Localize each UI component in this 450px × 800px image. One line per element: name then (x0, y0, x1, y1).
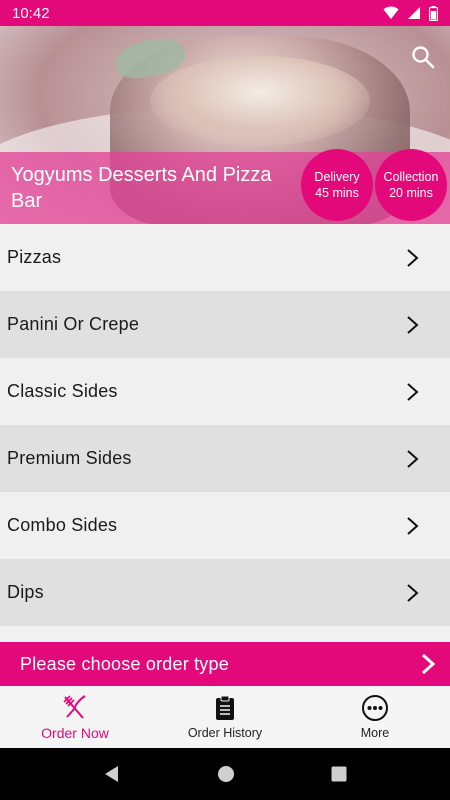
nav-order-history[interactable]: Order History (150, 686, 300, 748)
category-label: Combo Sides (7, 515, 118, 535)
category-label: Classic Sides (7, 381, 118, 401)
chevron-right-icon (421, 653, 436, 675)
category-label: Pizzas (7, 247, 62, 267)
chevron-right-icon (407, 315, 419, 334)
category-item-classic-sides[interactable]: Classic Sides (0, 358, 450, 425)
restaurant-name: Yogyums Desserts And Pizza Bar (11, 164, 272, 212)
list-spacer (0, 626, 450, 642)
fork-knife-icon (63, 695, 86, 719)
category-item-pizzas[interactable]: Pizzas (0, 224, 450, 291)
nav-label: More (360, 726, 390, 740)
delivery-badge[interactable]: Delivery 45 mins (301, 149, 373, 221)
battery-icon (429, 5, 438, 21)
category-item-combo-sides[interactable]: Combo Sides (0, 492, 450, 559)
chevron-right-icon (407, 583, 419, 602)
wifi-icon (383, 6, 399, 19)
home-icon[interactable] (217, 765, 235, 783)
chevron-right-icon (407, 516, 419, 535)
system-navigation-bar (0, 748, 450, 800)
collection-label: Collection (383, 170, 439, 184)
category-label: Panini Or Crepe (7, 314, 140, 334)
nav-order-now[interactable]: Order Now (0, 686, 150, 748)
category-item-dips[interactable]: Dips (0, 559, 450, 626)
category-item-premium-sides[interactable]: Premium Sides (0, 425, 450, 492)
chevron-right-icon (407, 248, 419, 267)
nav-more[interactable]: More (300, 686, 450, 748)
delivery-time: 45 mins (315, 186, 359, 200)
search-icon[interactable] (410, 44, 436, 70)
collection-time: 20 mins (389, 186, 433, 200)
recents-icon[interactable] (331, 766, 347, 782)
category-label: Dips (7, 582, 44, 602)
bottom-nav: Order Now Order History More (0, 686, 450, 748)
back-icon[interactable] (103, 765, 121, 783)
hero-sauce (150, 56, 370, 146)
more-dots-icon (362, 695, 388, 721)
collection-badge[interactable]: Collection 20 mins (375, 149, 447, 221)
order-type-label: Please choose order type (20, 653, 229, 674)
chevron-right-icon (407, 449, 419, 468)
nav-label: Order History (187, 726, 263, 740)
choose-order-type-button[interactable]: Please choose order type (0, 642, 450, 686)
delivery-label: Delivery (314, 170, 360, 184)
chevron-right-icon (407, 382, 419, 401)
clipboard-icon (216, 695, 234, 720)
category-list: Pizzas Panini Or Crepe Classic Sides Pre… (0, 224, 450, 626)
status-time: 10:42 (12, 4, 50, 22)
category-label: Premium Sides (7, 448, 132, 468)
signal-icon (408, 7, 420, 19)
status-bar: 10:42 (0, 0, 450, 26)
category-item-panini-or-crepe[interactable]: Panini Or Crepe (0, 291, 450, 358)
system-icons (383, 5, 438, 21)
nav-label: Order Now (41, 725, 109, 741)
